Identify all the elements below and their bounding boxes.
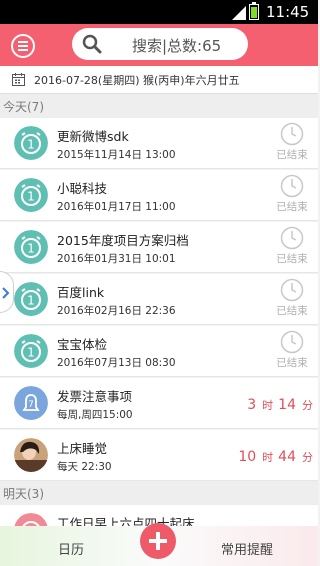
app-header: 搜索|总数:65 — [0, 24, 318, 66]
signal-icon — [232, 6, 246, 20]
alarm-clock-icon: 1 — [14, 282, 48, 316]
status-bar: 11:45 — [0, 0, 318, 24]
clock-outline-icon — [280, 122, 304, 146]
search-placeholder: 搜索|总数:65 — [132, 37, 222, 55]
chevron-right-icon — [2, 287, 10, 299]
clock-outline-icon — [280, 278, 304, 302]
bell-icon: 7 — [14, 386, 48, 420]
svg-text:1: 1 — [27, 190, 35, 204]
svg-text:1: 1 — [27, 242, 35, 256]
clock-outline-icon — [280, 226, 304, 250]
list-item[interactable]: 7 发票注意事项 每周,周四15:00 3 时 14 分 — [0, 378, 318, 429]
section-header-today: 今天(7) — [0, 94, 318, 118]
clock-outline-icon — [280, 174, 304, 198]
countdown: 3 时 14 分 — [247, 397, 313, 413]
tab-calendar[interactable]: 日历 — [58, 539, 84, 558]
list-item[interactable]: 1 百度link 2016年02月16日 22:36 已结束 — [0, 274, 318, 325]
item-status: 已结束 — [272, 122, 312, 166]
alarm-clock-icon: 1 — [14, 334, 48, 368]
svg-text:7: 7 — [28, 400, 34, 410]
item-status: 已结束 — [272, 226, 312, 270]
list-item[interactable]: 1 小聪科技 2016年01月17日 11:00 已结束 — [0, 170, 318, 221]
battery-icon — [249, 2, 259, 20]
item-title: 上床睡觉 — [57, 441, 108, 456]
item-title: 更新微博sdk — [57, 129, 129, 144]
svg-text:1: 1 — [27, 138, 35, 152]
search-icon — [82, 34, 102, 54]
alarm-clock-icon: 1 — [14, 178, 48, 212]
ended-label: 已结束 — [276, 305, 308, 317]
search-box[interactable]: 搜索|总数:65 — [72, 28, 248, 60]
item-title: 百度link — [57, 285, 105, 300]
avatar-photo — [14, 438, 48, 472]
calendar-icon — [12, 73, 25, 86]
countdown: 10 时 44 分 — [238, 449, 313, 465]
date-text: 2016-07-28(星期四) 猴(丙申)年六月廿五 — [34, 74, 240, 87]
ended-label: 已结束 — [276, 357, 308, 369]
item-repeat: 每周,周四15:00 — [57, 409, 133, 421]
item-datetime: 2016年01月17日 11:00 — [57, 201, 176, 213]
item-datetime: 2015年11月14日 13:00 — [57, 149, 176, 161]
ended-label: 已结束 — [276, 201, 308, 213]
item-title: 发票注意事项 — [57, 389, 133, 404]
list-item[interactable]: 1 更新微博sdk 2015年11月14日 13:00 已结束 — [0, 118, 318, 169]
alarm-clock-icon: 1 — [14, 230, 48, 264]
list-item[interactable]: 1 2015年度项目方案归档 2016年01月31日 10:01 已结束 — [0, 222, 318, 273]
list-item[interactable]: 1 宝宝体检 2016年07月13日 08:30 已结束 — [0, 326, 318, 377]
ended-label: 已结束 — [276, 149, 308, 161]
item-status: 已结束 — [272, 330, 312, 374]
item-title: 宝宝体检 — [57, 337, 108, 352]
alarm-clock-icon: 1 — [14, 126, 48, 160]
item-datetime: 2016年02月16日 22:36 — [57, 305, 176, 317]
add-reminder-button[interactable] — [140, 523, 176, 559]
menu-button[interactable] — [11, 34, 35, 58]
clock-outline-icon — [280, 330, 304, 354]
item-status: 已结束 — [272, 174, 312, 218]
clock-time: 11:45 — [266, 3, 310, 21]
item-title: 2015年度项目方案归档 — [57, 233, 189, 248]
item-title: 小聪科技 — [57, 181, 108, 196]
item-repeat: 每天 22:30 — [57, 461, 112, 473]
item-status: 已结束 — [272, 278, 312, 322]
svg-text:1: 1 — [27, 346, 35, 360]
section-header-tomorrow: 明天(3) — [0, 481, 318, 505]
svg-text:1: 1 — [27, 294, 35, 308]
item-datetime: 2016年01月31日 10:01 — [57, 253, 176, 265]
current-date-bar[interactable]: 2016-07-28(星期四) 猴(丙申)年六月廿五 — [0, 66, 318, 94]
ended-label: 已结束 — [276, 253, 308, 265]
list-item[interactable]: 上床睡觉 每天 22:30 10 时 44 分 — [0, 430, 318, 481]
item-datetime: 2016年07月13日 08:30 — [57, 357, 176, 369]
tab-common-reminders[interactable]: 常用提醒 — [221, 539, 273, 558]
